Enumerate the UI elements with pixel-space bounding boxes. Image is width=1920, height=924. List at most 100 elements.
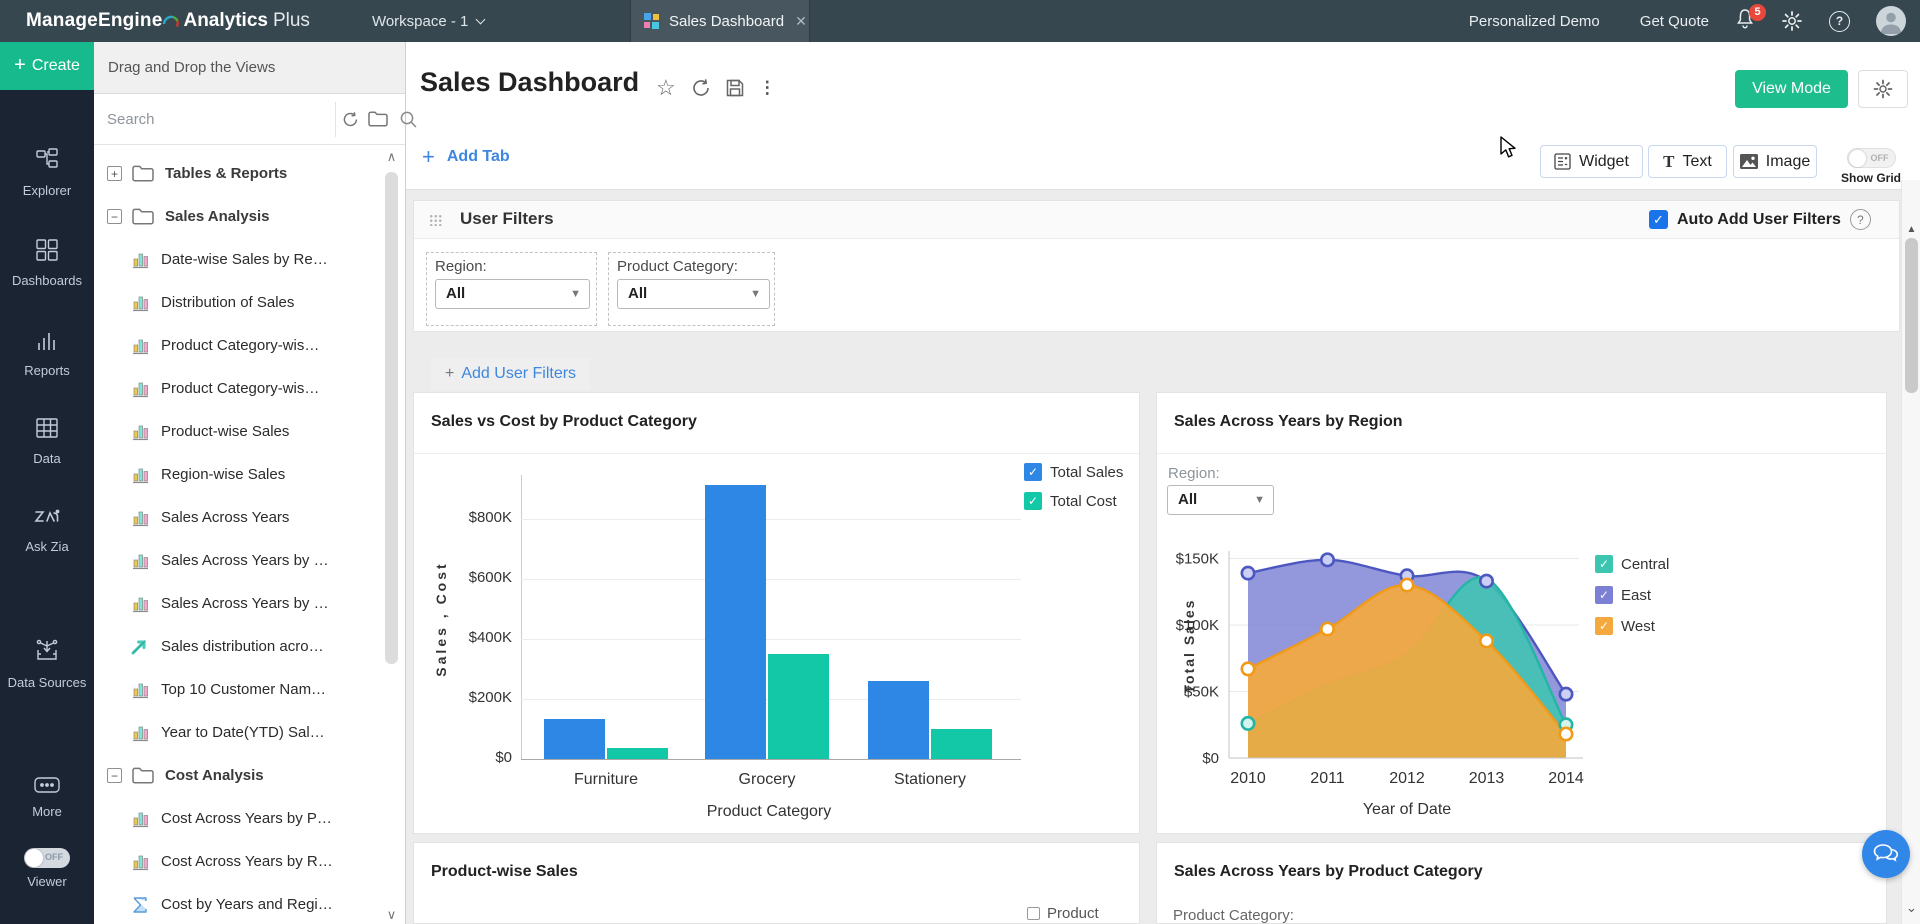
help-icon[interactable]: ? [1850, 209, 1871, 230]
avatar[interactable] [1876, 6, 1906, 36]
tree-view-item[interactable]: Region-wise Sales [94, 453, 405, 496]
chat-support-button[interactable] [1862, 830, 1910, 878]
sidebar-item-data[interactable]: Data [0, 416, 94, 467]
scroll-down-icon[interactable]: ∨ [385, 910, 398, 920]
scroll-up-icon[interactable]: ▲ [1902, 224, 1920, 235]
scroll-up-icon[interactable]: ∧ [385, 152, 398, 162]
legend-item[interactable]: ✓Total Cost [1024, 492, 1123, 510]
tree-folder[interactable]: +Tables & Reports [94, 152, 405, 195]
sidebar-item-ask-zia[interactable]: Ask Zia [0, 504, 94, 555]
product-category-select[interactable]: All ▼ [617, 279, 770, 309]
tree-view-item[interactable]: Product Category-wis… [94, 367, 405, 410]
marker-west[interactable] [1560, 728, 1572, 740]
tree-view-item[interactable]: Top 10 Customer Nam… [94, 668, 405, 711]
create-button[interactable]: + Create [0, 42, 94, 90]
scroll-down-icon[interactable]: ⌄ [1902, 900, 1920, 916]
tree-view-item[interactable]: Cost by Years and Regi… [94, 883, 405, 924]
save-icon[interactable] [726, 79, 744, 97]
tree-view-item[interactable]: Product-wise Sales [94, 410, 405, 453]
marker-east[interactable] [1480, 575, 1492, 587]
view-mode-button[interactable]: View Mode [1735, 70, 1848, 108]
collapse-toggle-icon[interactable]: − [107, 209, 122, 224]
text-button[interactable]: T Text [1648, 145, 1727, 178]
tree-folder[interactable]: −Sales Analysis [94, 195, 405, 238]
sidebar-item-reports[interactable]: Reports [0, 328, 94, 379]
legend-item[interactable]: ✓West [1595, 617, 1669, 635]
more-options-kebab-icon[interactable]: ⋮ [759, 78, 776, 98]
bar-total-sales[interactable] [544, 719, 605, 759]
legend-checkbox-icon[interactable]: ✓ [1595, 586, 1613, 604]
sidebar-item-explorer[interactable]: Explorer [0, 148, 94, 199]
legend-checkbox-icon[interactable]: ✓ [1595, 617, 1613, 635]
sidebar-item-more[interactable]: More [0, 777, 94, 820]
bar-total-sales[interactable] [705, 485, 766, 759]
marker-west[interactable] [1242, 663, 1254, 675]
bar-total-cost[interactable] [931, 729, 992, 759]
widget-button[interactable]: Widget [1540, 145, 1643, 178]
bar-total-cost[interactable] [607, 748, 668, 759]
sidebar-item-data-sources[interactable]: Data Sources [0, 638, 94, 691]
expand-toggle-icon[interactable]: + [107, 166, 122, 181]
legend-item[interactable]: ✓Total Sales [1024, 463, 1123, 481]
tree-view-item[interactable]: Distribution of Sales [94, 281, 405, 324]
legend-checkbox-icon[interactable]: ✓ [1024, 463, 1042, 481]
notifications-bell-icon[interactable]: 5 [1735, 8, 1755, 35]
add-tab-button[interactable]: + Add Tab [422, 144, 510, 170]
tree-folder[interactable]: −Cost Analysis [94, 754, 405, 797]
legend-item[interactable]: ✓East [1595, 586, 1669, 604]
view-label: Product Category-wis… [161, 380, 319, 397]
image-button[interactable]: Image [1733, 145, 1817, 178]
refresh-icon[interactable] [342, 111, 359, 133]
tab-sales-dashboard[interactable]: Sales Dashboard ✕ [630, 0, 810, 42]
tree-view-item[interactable]: Product Category-wis… [94, 324, 405, 367]
personalized-demo-link[interactable]: Personalized Demo [1469, 13, 1600, 30]
legend-checkbox-icon[interactable]: ✓ [1024, 492, 1042, 510]
marker-west[interactable] [1480, 635, 1492, 647]
bar-total-cost[interactable] [768, 654, 829, 759]
collapse-toggle-icon[interactable]: − [107, 768, 122, 783]
sidebar-item-dashboards[interactable]: Dashboards [0, 238, 94, 289]
main-scrollbar-thumb[interactable] [1905, 238, 1918, 393]
marker-east[interactable] [1560, 688, 1572, 700]
tree-view-item[interactable]: Sales Across Years by … [94, 539, 405, 582]
auto-add-checkbox[interactable]: ✓ [1649, 210, 1668, 229]
tree-view-item[interactable]: Sales Across Years [94, 496, 405, 539]
tree-view-item[interactable]: Sales Across Years by … [94, 582, 405, 625]
workspace-dropdown[interactable]: Workspace - 1 [372, 13, 484, 30]
legend-checkbox-icon[interactable]: ✓ [1595, 555, 1613, 573]
tree-view-item[interactable]: Cost Across Years by R… [94, 840, 405, 883]
viewer-toggle-pill[interactable]: OFF [24, 848, 70, 868]
bar-total-sales[interactable] [868, 681, 929, 759]
view-label: Cost Across Years by P… [161, 810, 332, 827]
marker-east[interactable] [1242, 567, 1254, 579]
folder-icon[interactable] [368, 111, 388, 132]
marker-east[interactable] [1321, 554, 1333, 566]
region-select[interactable]: All ▼ [1167, 485, 1274, 515]
close-icon[interactable]: ✕ [793, 13, 809, 30]
marker-west[interactable] [1321, 623, 1333, 635]
marker-west[interactable] [1401, 579, 1413, 591]
viewer-toggle[interactable]: OFF Viewer [0, 848, 94, 890]
add-user-filters-button[interactable]: + Add User Filters [431, 358, 590, 390]
search-icon[interactable] [399, 110, 418, 134]
legend-item[interactable]: ✓Central [1595, 555, 1669, 573]
tree-view-item[interactable]: Date-wise Sales by Re… [94, 238, 405, 281]
tree-view-item[interactable]: Year to Date(YTD) Sal… [94, 711, 405, 754]
get-quote-link[interactable]: Get Quote [1640, 13, 1709, 30]
show-grid-toggle[interactable]: OFF [1847, 148, 1896, 168]
dashboard-settings-button[interactable] [1858, 70, 1908, 108]
search-input[interactable] [94, 111, 282, 128]
refresh-icon[interactable] [691, 78, 711, 98]
tree-scrollbar[interactable]: ∧ ∨ [385, 152, 398, 924]
tree-view-item[interactable]: Sales distribution acro… [94, 625, 405, 668]
favorite-star-icon[interactable]: ☆ [656, 78, 676, 98]
settings-gear-icon[interactable] [1781, 10, 1803, 32]
help-icon[interactable]: ? [1829, 11, 1850, 32]
drag-handle-icon[interactable] [429, 214, 442, 226]
marker-central[interactable] [1242, 717, 1254, 729]
checkbox-icon[interactable] [1027, 907, 1040, 920]
tree-scrollbar-thumb[interactable] [385, 172, 398, 664]
region-select[interactable]: All ▼ [435, 279, 590, 309]
main-scrollbar[interactable]: ▲ ⌄ [1901, 180, 1920, 924]
tree-view-item[interactable]: Cost Across Years by P… [94, 797, 405, 840]
